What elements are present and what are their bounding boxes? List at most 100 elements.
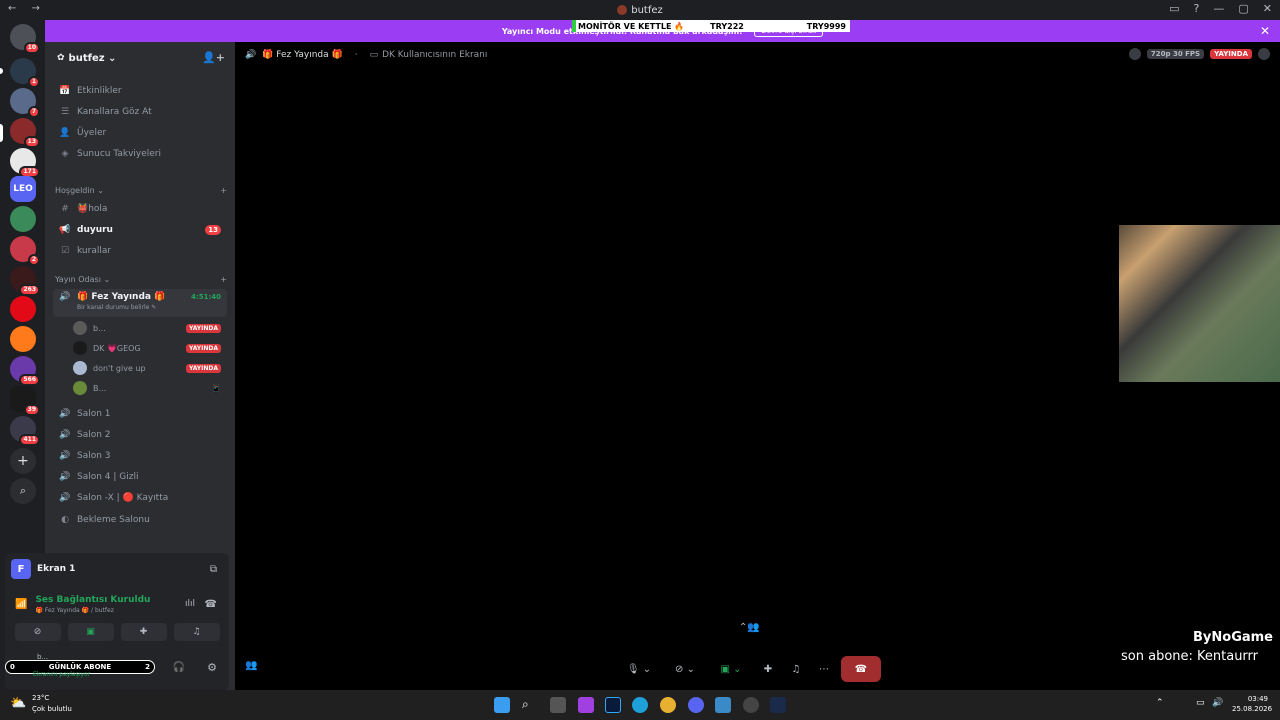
screen-share-title: DK Kullanıcısının Ekranı (382, 50, 488, 60)
voice-channel-fez[interactable]: 🔊 🎁 Fez Yayında 🎁 Bir kanal durumu belir… (53, 289, 227, 317)
voice-channel-salon-3[interactable]: 🔊 Salon 3 (53, 446, 227, 466)
settings-gear-icon[interactable]: ⚙ (207, 661, 217, 674)
voice-channel-bekleme[interactable]: ◐ Bekleme Salonu (53, 510, 227, 530)
edge-icon[interactable] (632, 697, 648, 713)
add-channel-icon[interactable]: + (220, 275, 227, 284)
noise-suppression-icon[interactable]: ılıl (185, 599, 195, 609)
nav-events[interactable]: 📅 Etkinlikler (53, 81, 227, 101)
title-bar: ← → butfez ▭ ? — ▢ ✕ (0, 0, 1280, 20)
hashtag-icon: # (61, 204, 69, 214)
server-icon[interactable]: 7 (10, 88, 40, 118)
chrome-icon[interactable] (660, 697, 676, 713)
start-icon[interactable] (494, 697, 510, 713)
close-window-button[interactable]: ✕ (1263, 2, 1272, 15)
speaker-icon: 🔊 (59, 409, 71, 419)
headphones-icon[interactable]: 🎧 (173, 662, 185, 673)
mic-icon[interactable]: 🎙 ⌄ (619, 656, 659, 682)
stage-header: 🔊 🎁 Fez Yayında 🎁 · ▭ DK Kullanıcısının … (235, 42, 1280, 68)
avatar (1258, 48, 1270, 60)
disconnect-icon[interactable]: ☎ (205, 599, 217, 610)
voice-timer: 4:51:40 (191, 293, 221, 301)
unread-badge: 13 (205, 225, 221, 235)
weather-icon[interactable]: ⛅ (10, 696, 26, 711)
popout-icon[interactable]: ⧉ (210, 564, 217, 575)
channel-kurallar[interactable]: ☑ kurallar (53, 241, 227, 261)
network-icon[interactable]: ▭ (1196, 698, 1205, 708)
invite-icon[interactable]: 👥 (245, 660, 257, 671)
channel-hola[interactable]: # 👹hola (53, 199, 227, 219)
chevron-up-icon[interactable]: ⌃ (1156, 698, 1164, 708)
voice-user[interactable]: DK 💗GEOG YAYINDA (73, 339, 227, 357)
server-icon[interactable] (10, 206, 36, 232)
server-icon[interactable]: 13 (10, 118, 40, 148)
add-channel-icon[interactable]: + (220, 186, 227, 195)
chevron-up-icon[interactable]: ⌃👥 (739, 622, 760, 633)
task-view-icon[interactable] (550, 697, 566, 713)
more-icon[interactable]: ⋯ (813, 656, 835, 682)
search-icon[interactable]: ⌕ (522, 697, 538, 713)
end-call-button[interactable]: ☎ (841, 656, 881, 682)
activities-icon[interactable]: ✚ (120, 623, 167, 641)
nav-server-boosts[interactable]: ◈ Sunucu Takviyeleri (53, 144, 227, 164)
minimize-button[interactable]: — (1213, 2, 1224, 15)
webcam-overlay (1119, 225, 1280, 382)
avatar (73, 361, 87, 375)
back-forward-nav[interactable]: ← → (8, 3, 46, 14)
soundboard-icon[interactable]: ♫ (785, 656, 807, 682)
server-icon[interactable]: 1 (10, 58, 40, 88)
screen-share-preview[interactable]: F Ekran 1 ⧉ (5, 558, 229, 580)
quality-badge: 720p 30 FPS (1146, 49, 1205, 59)
server-icon[interactable]: 171 (10, 148, 40, 178)
invite-icon[interactable]: 👤+ (202, 51, 225, 64)
volume-icon[interactable]: 🔊 (1212, 698, 1223, 708)
voice-user[interactable]: don't give up YAYINDA (73, 359, 227, 377)
stream-stage[interactable]: 🔊 🎁 Fez Yayında 🎁 · ▭ DK Kullanıcısının … (235, 42, 1280, 690)
help-icon[interactable]: ? (1194, 2, 1200, 15)
direct-messages-icon[interactable]: 10 (10, 24, 40, 54)
category-welcome[interactable]: Hoşgeldin ⌄ + (55, 186, 227, 195)
server-icon[interactable]: 2 (10, 236, 40, 266)
maximize-button[interactable]: ▢ (1238, 2, 1248, 15)
category-stream[interactable]: Yayın Odası ⌄ + (55, 275, 227, 284)
server-icon[interactable]: 411 (10, 416, 40, 446)
activities-icon[interactable]: ✚ (757, 656, 779, 682)
voice-channel-salon-2[interactable]: 🔊 Salon 2 (53, 425, 227, 445)
voice-channel-path[interactable]: 🎁 Fez Yayında 🎁 / butfez (35, 607, 150, 614)
nav-browse-channels[interactable]: ☰ Kanallara Göz At (53, 102, 227, 122)
app-icon[interactable] (715, 697, 731, 713)
voice-channel-salon-4[interactable]: 🔊 Salon 4 | Gizli (53, 467, 227, 487)
close-icon[interactable]: ✕ (1260, 24, 1270, 38)
screen-share-icon[interactable]: ▣ (67, 623, 114, 641)
inbox-icon[interactable]: ▭ (1169, 2, 1179, 15)
copilot-icon[interactable] (578, 697, 594, 713)
weather-desc: Çok bulutlu (32, 705, 72, 713)
voice-channel-salon-1[interactable]: 🔊 Salon 1 (53, 404, 227, 424)
add-server-icon[interactable]: + (10, 448, 36, 474)
discord-icon[interactable] (688, 697, 704, 713)
voice-channel-salon-x[interactable]: 🔊 Salon -X | 🔴 Kayıtta (53, 488, 227, 508)
obs-icon[interactable] (743, 697, 759, 713)
server-icon-emoji[interactable] (10, 326, 36, 352)
server-avatar-small (617, 5, 628, 15)
user-name[interactable]: b... (37, 653, 48, 661)
photoshop-icon[interactable] (605, 697, 621, 713)
server-icon[interactable]: 263 (10, 266, 40, 296)
server-icon-leo[interactable]: LEO (10, 176, 36, 202)
screen-share-icon[interactable]: ▣ ⌄ (711, 656, 751, 682)
live-badge: YAYINDA (185, 363, 221, 373)
explore-icon[interactable]: ⌕ (10, 478, 36, 504)
camera-icon[interactable]: ⊘ ⌄ (665, 656, 705, 682)
nav-members[interactable]: 👤 Üyeler (53, 123, 227, 143)
server-icon[interactable]: 39 (10, 386, 40, 416)
voice-user[interactable]: b... YAYINDA (73, 319, 227, 337)
camera-off-icon[interactable]: ⊘ (14, 623, 61, 641)
channel-status[interactable]: Bir kanal durumu belirle ✎ (77, 304, 165, 311)
server-icon[interactable]: 566 (10, 356, 40, 386)
soundboard-icon[interactable]: ♫ (173, 623, 220, 641)
steam-icon[interactable] (770, 697, 786, 713)
voice-user[interactable]: B... 📱 (73, 379, 227, 397)
server-icon-flag[interactable] (10, 296, 36, 322)
voice-status[interactable]: Ses Bağlantısı Kuruldu (35, 595, 150, 605)
channel-duyuru[interactable]: 📢 duyuru 13 (53, 220, 227, 240)
server-header[interactable]: ✿ butfez ⌄ 👤+ (45, 42, 235, 74)
